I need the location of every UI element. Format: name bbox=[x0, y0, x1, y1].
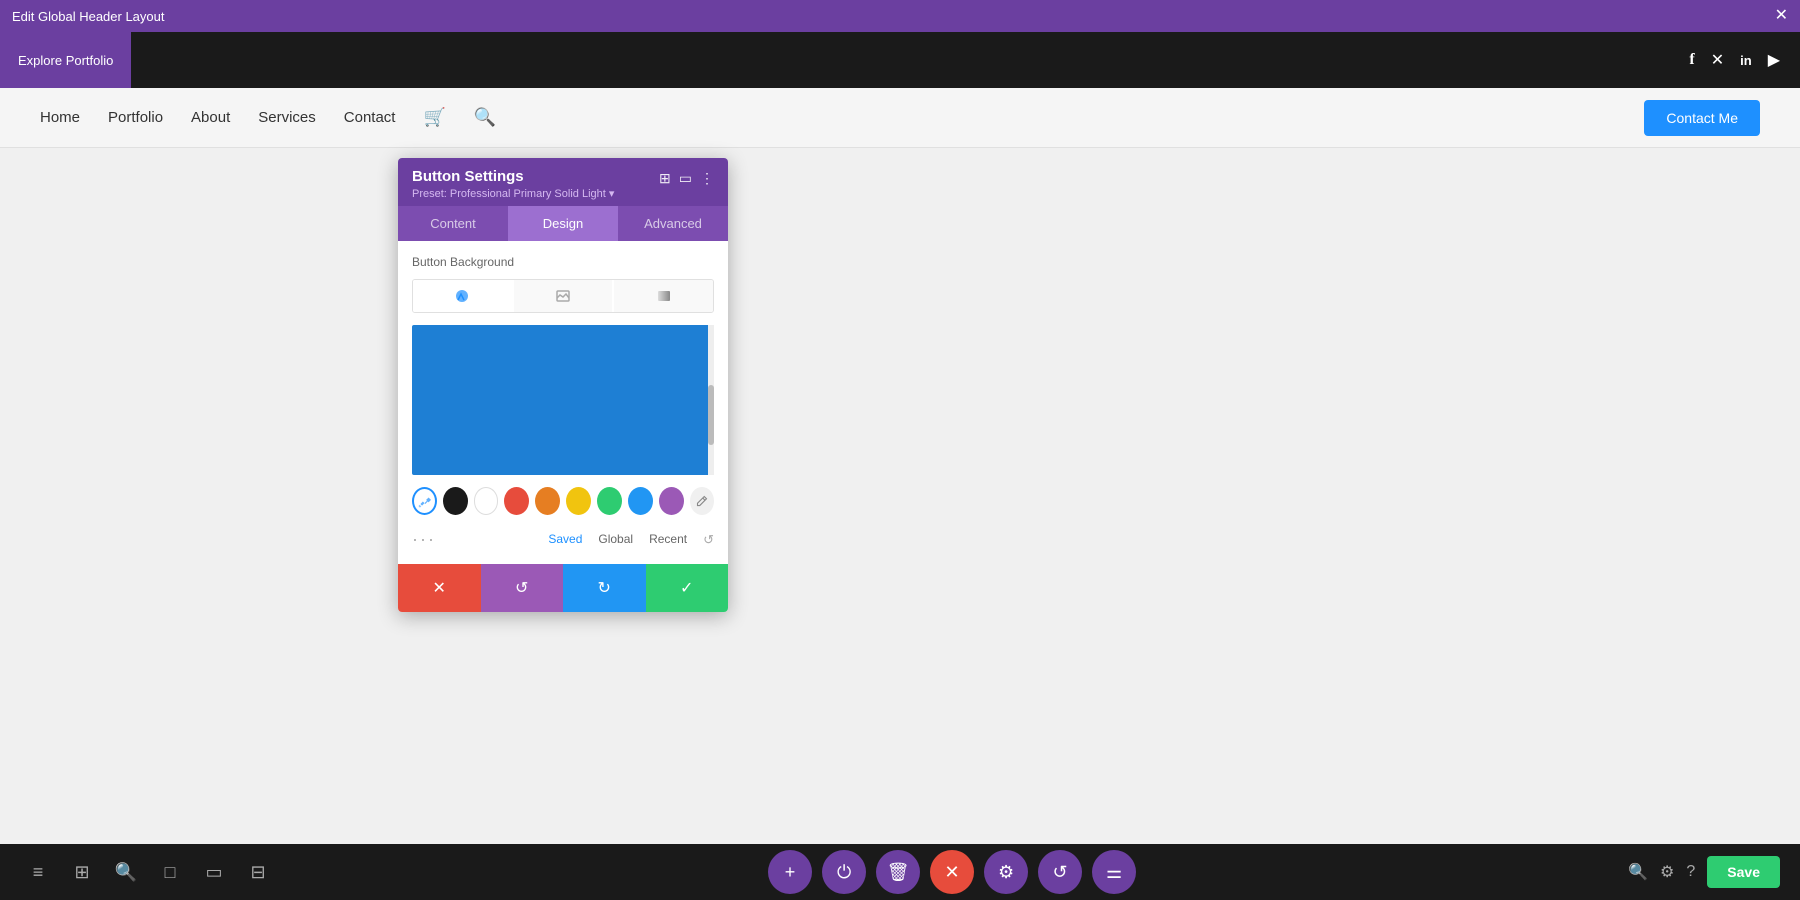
bottom-right-area: 🔍 ⚙ ? Save bbox=[1628, 856, 1780, 888]
panel-columns-icon[interactable]: ▭ bbox=[679, 170, 692, 187]
main-content: Button Settings Preset: Professional Pri… bbox=[0, 148, 1800, 900]
swatch-orange[interactable] bbox=[535, 487, 560, 515]
tablet-icon[interactable]: ▭ bbox=[196, 854, 232, 890]
tab-saved[interactable]: Saved bbox=[548, 532, 582, 548]
social-icons: f ✕ in ▶ bbox=[1689, 50, 1780, 70]
swatch-yellow[interactable] bbox=[566, 487, 591, 515]
bottom-center-buttons: + ⏻ 🗑 ✕ ⚙ ↺ ⚌ bbox=[768, 850, 1136, 894]
swatch-purple[interactable] bbox=[659, 487, 684, 515]
mobile-icon[interactable]: ⊟ bbox=[240, 854, 276, 890]
cancel-button[interactable]: ✕ bbox=[398, 564, 481, 612]
panel-body: Button Background bbox=[398, 241, 728, 564]
search-bottom-icon[interactable]: 🔍 bbox=[108, 854, 144, 890]
more-options-icon[interactable]: ··· bbox=[412, 529, 436, 550]
scrollbar-thumb[interactable] bbox=[708, 385, 714, 445]
facebook-icon[interactable]: f bbox=[1689, 51, 1694, 69]
nav-services[interactable]: Services bbox=[258, 109, 316, 126]
panel-preset[interactable]: Preset: Professional Primary Solid Light… bbox=[412, 187, 614, 200]
color-swatches bbox=[412, 487, 714, 515]
nav-about[interactable]: About bbox=[191, 109, 230, 126]
settings-right-icon[interactable]: ⚙ bbox=[1660, 862, 1674, 882]
bottom-left-icons: ≡ ⊞ 🔍 □ ▭ ⊟ bbox=[20, 854, 276, 890]
tab-recent[interactable]: Recent bbox=[649, 532, 687, 548]
panel-header: Button Settings Preset: Professional Pri… bbox=[398, 158, 728, 206]
bg-image-button[interactable] bbox=[514, 280, 613, 312]
settings-button[interactable]: ⚙ bbox=[984, 850, 1028, 894]
button-settings-panel: Button Settings Preset: Professional Pri… bbox=[398, 158, 728, 612]
nav-bar: Home Portfolio About Services Contact 🛒 … bbox=[0, 88, 1800, 148]
cart-icon[interactable]: 🛒 bbox=[423, 107, 445, 128]
redo-button[interactable]: ↻ bbox=[563, 564, 646, 612]
delete-button[interactable]: 🗑 bbox=[876, 850, 920, 894]
help-icon[interactable]: ? bbox=[1686, 863, 1695, 881]
bg-color-button[interactable] bbox=[413, 280, 512, 312]
history-button[interactable]: ↺ bbox=[1038, 850, 1082, 894]
youtube-icon[interactable]: ▶ bbox=[1768, 50, 1780, 70]
zoom-icon[interactable]: 🔍 bbox=[1628, 862, 1648, 882]
add-button[interactable]: + bbox=[768, 850, 812, 894]
panel-tabs: Content Design Advanced bbox=[398, 206, 728, 241]
grid-icon[interactable]: ⊞ bbox=[64, 854, 100, 890]
tab-advanced[interactable]: Advanced bbox=[618, 206, 728, 241]
nav-links: Home Portfolio About Services Contact 🛒 … bbox=[40, 107, 496, 128]
custom-color-button[interactable] bbox=[690, 487, 714, 515]
tab-global[interactable]: Global bbox=[598, 532, 633, 548]
bottom-toolbar: ≡ ⊞ 🔍 □ ▭ ⊟ + ⏻ 🗑 ✕ ⚙ ↺ ⚌ 🔍 ⚙ ? Save bbox=[0, 844, 1800, 900]
nav-home[interactable]: Home bbox=[40, 109, 80, 126]
hamburger-icon[interactable]: ≡ bbox=[20, 854, 56, 890]
section-label: Button Background bbox=[412, 255, 714, 269]
desktop-icon[interactable]: □ bbox=[152, 854, 188, 890]
bg-gradient-button[interactable] bbox=[614, 280, 713, 312]
scrollbar-track bbox=[708, 325, 714, 475]
explore-portfolio-button[interactable]: Explore Portfolio bbox=[0, 32, 131, 88]
header-top: Explore Portfolio f ✕ in ▶ bbox=[0, 32, 1800, 88]
bg-type-row bbox=[412, 279, 714, 313]
panel-title: Button Settings bbox=[412, 168, 614, 185]
tab-content[interactable]: Content bbox=[398, 206, 508, 241]
swatch-blue[interactable] bbox=[628, 487, 653, 515]
close-button[interactable]: ✕ bbox=[1775, 8, 1788, 24]
color-preview bbox=[412, 325, 714, 475]
title-bar: Edit Global Header Layout ✕ bbox=[0, 0, 1800, 32]
layers-button[interactable]: ⚌ bbox=[1092, 850, 1136, 894]
linkedin-icon[interactable]: in bbox=[1740, 53, 1752, 68]
refresh-icon[interactable]: ↺ bbox=[703, 532, 714, 548]
power-button[interactable]: ⏻ bbox=[822, 850, 866, 894]
eyedropper-button[interactable] bbox=[412, 487, 437, 515]
twitter-x-icon[interactable]: ✕ bbox=[1711, 50, 1724, 70]
save-button[interactable]: Save bbox=[1707, 856, 1780, 888]
swatch-white[interactable] bbox=[474, 487, 499, 515]
undo-button[interactable]: ↺ bbox=[481, 564, 564, 612]
nav-contact[interactable]: Contact bbox=[344, 109, 396, 126]
panel-action-bar: ✕ ↺ ↻ ✓ bbox=[398, 564, 728, 612]
swatch-green[interactable] bbox=[597, 487, 622, 515]
nav-portfolio[interactable]: Portfolio bbox=[108, 109, 163, 126]
swatch-black[interactable] bbox=[443, 487, 468, 515]
panel-expand-icon[interactable]: ⊞ bbox=[659, 170, 671, 187]
confirm-button[interactable]: ✓ bbox=[646, 564, 729, 612]
contact-me-button[interactable]: Contact Me bbox=[1644, 100, 1760, 136]
swatch-red[interactable] bbox=[504, 487, 529, 515]
search-icon[interactable]: 🔍 bbox=[474, 107, 496, 128]
tab-design[interactable]: Design bbox=[508, 206, 618, 241]
close-bottom-button[interactable]: ✕ bbox=[930, 850, 974, 894]
title-bar-text: Edit Global Header Layout bbox=[12, 9, 164, 24]
panel-header-icons: ⊞ ▭ ⋮ bbox=[659, 170, 714, 187]
panel-more-icon[interactable]: ⋮ bbox=[700, 170, 714, 187]
panel-bottom-tabs: Saved Global Recent ↺ bbox=[548, 532, 714, 548]
